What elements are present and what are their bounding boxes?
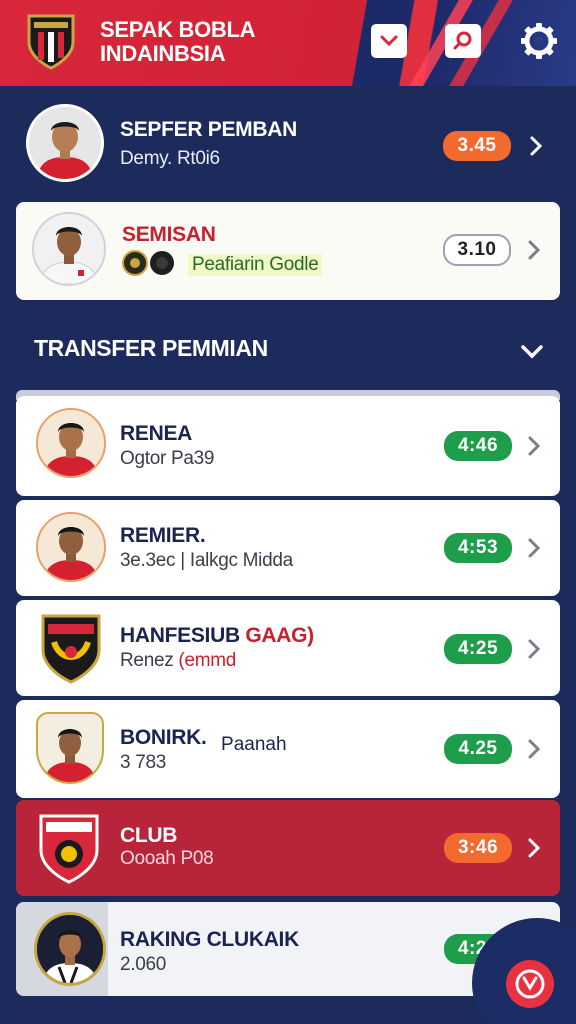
search-icon <box>453 31 472 50</box>
chevron-down-icon <box>380 35 398 47</box>
chevron-right-icon[interactable] <box>524 434 544 458</box>
score-badge: 4:25 <box>444 634 512 664</box>
player-name: SEPFER PEMBAN <box>120 118 297 141</box>
player-photo-icon <box>37 915 103 983</box>
club-detail-main: Renez <box>120 650 174 671</box>
featured-player-card[interactable]: SEPFER PEMBAN Demy. Rt0i6 3.45 <box>16 96 560 192</box>
player-photo-icon <box>44 729 96 782</box>
app-title: SEPAK BOBLA INDAINBSIA <box>100 17 256 66</box>
player-detail: 2.060 <box>120 954 167 975</box>
score-badge: 4.25 <box>444 734 512 764</box>
player-name: REMIER. <box>120 524 206 547</box>
score-badge: 4:53 <box>444 533 512 563</box>
player-detail: 3e.3ec | Ialkgc Midda <box>120 550 293 571</box>
player-name-row: BONIRK. Paanah <box>120 726 287 755</box>
avatar <box>34 912 106 986</box>
list-item-highlighted[interactable]: CLUB Oooah P08 3:46 <box>16 800 560 896</box>
club-name-main: HANFESIUB <box>120 624 240 647</box>
club-shield-icon[interactable] <box>26 12 76 70</box>
score-badge: 3:46 <box>444 833 512 863</box>
player-name: RENEA <box>120 422 193 445</box>
list-item[interactable]: BONIRK. Paanah 3 783 4.25 <box>16 700 560 798</box>
club-name-accent: GAAG) <box>245 624 314 647</box>
search-button[interactable] <box>445 24 481 58</box>
app-title-line2: INDAINBSIA <box>100 41 226 66</box>
player-photo-icon <box>38 514 104 580</box>
app-title-line1: SEPAK BOBLA <box>100 17 256 42</box>
player-name: RAKING CLUKAIK <box>120 928 299 951</box>
chevron-right-icon[interactable] <box>524 536 544 560</box>
score-badge: 4:46 <box>444 431 512 461</box>
player-detail: Ogtor Pa39 <box>120 448 215 469</box>
chevron-down-icon[interactable] <box>518 340 546 364</box>
avatar <box>36 512 106 582</box>
player-detail: Peafiarin Godle <box>188 254 323 276</box>
list-item[interactable]: REMIER. 3e.3ec | Ialkgc Midda 4:53 <box>16 500 560 596</box>
dropdown-button[interactable] <box>371 24 407 58</box>
club-detail-accent: (emmd <box>178 650 237 671</box>
fab-button[interactable] <box>506 960 554 1008</box>
player-detail: Demy. Rt0i6 <box>120 148 220 169</box>
player-detail: 3 783 <box>120 752 167 773</box>
list-item[interactable]: RENEA Ogtor Pa39 4:46 <box>16 396 560 496</box>
ball-icon <box>515 969 545 999</box>
list-item[interactable]: HANFESIUB GAAG) Renez (emmd 4:25 <box>16 600 560 696</box>
chevron-right-icon[interactable] <box>524 637 544 661</box>
player-position: Paanah <box>221 734 287 755</box>
player-name: SEMISAN <box>122 223 216 246</box>
avatar <box>26 104 104 182</box>
avatar <box>36 408 106 478</box>
club-name: CLUB <box>120 824 178 847</box>
club-badges-icon <box>122 250 174 276</box>
score-badge: 3.10 <box>443 234 511 266</box>
player-photo-icon <box>29 107 101 179</box>
club-detail: Oooah P08 <box>120 848 214 869</box>
club-name: HANFESIUB GAAG) <box>120 624 314 648</box>
player-photo-icon <box>38 410 104 476</box>
avatar <box>36 712 104 784</box>
chevron-right-icon[interactable] <box>526 134 546 158</box>
app-header: SEPAK BOBLA INDAINBSIA <box>0 0 576 86</box>
chevron-right-icon[interactable] <box>524 737 544 761</box>
chevron-right-icon[interactable] <box>524 836 544 860</box>
player-name: BONIRK. <box>120 726 207 749</box>
section-title: TRANSFER PEMMIAN <box>34 335 268 361</box>
avatar <box>32 212 106 286</box>
gear-icon <box>521 23 557 59</box>
player-photo-icon <box>34 214 104 284</box>
settings-button[interactable] <box>518 20 560 62</box>
club-shield-icon <box>39 814 99 884</box>
score-badge: 3.45 <box>443 131 511 161</box>
club-shield-icon <box>41 614 101 684</box>
featured-player-card[interactable]: SEMISAN Peafiarin Godle 3.10 <box>16 202 560 300</box>
chevron-right-icon[interactable] <box>524 238 544 262</box>
club-detail: Renez (emmd <box>120 650 236 672</box>
